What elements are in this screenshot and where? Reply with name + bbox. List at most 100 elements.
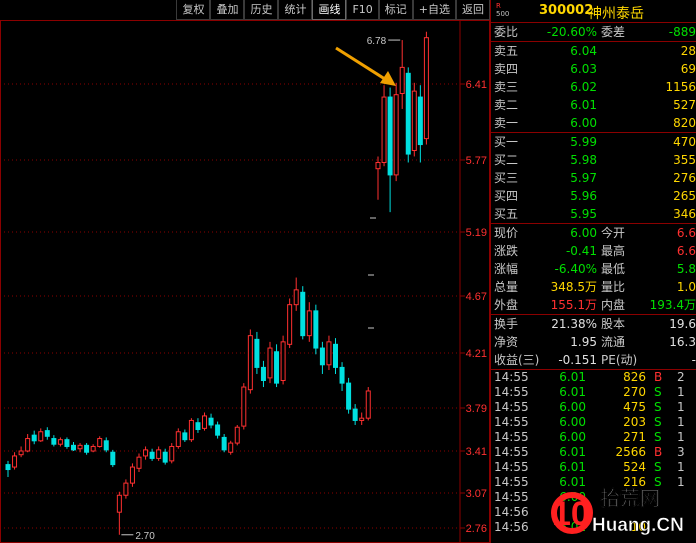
toolbar-button[interactable]: 返回 <box>456 0 490 20</box>
stat-label: 流通 <box>601 335 626 349</box>
tick-volume: 2566 <box>615 445 646 459</box>
stat-value: 6.6 <box>676 226 696 240</box>
arrow-shaft <box>335 46 389 83</box>
ask-label: 卖四 <box>494 62 519 76</box>
tick-count: 1 <box>677 460 685 474</box>
svg-text:10: 10 <box>552 495 590 533</box>
candle-body <box>97 438 103 447</box>
stat-label: 涨幅 <box>494 262 519 276</box>
kline-chart[interactable]: 6.41 5.77 5.19 4.67 4.21 3.79 3.41 3.07 2.76 6.78… <box>0 0 490 543</box>
tick-count: 1 <box>677 415 685 429</box>
weicha-label: 委差 <box>601 25 626 39</box>
candle-body <box>274 351 280 384</box>
candle-body <box>18 450 24 456</box>
svg-text:Huang.CN: Huang.CN <box>592 515 684 536</box>
toolbar-button[interactable]: 标记 <box>378 0 413 20</box>
bid-row[interactable]: 买四 5.96 265 <box>491 187 696 205</box>
weibi-row: 委比 -20.60% 委差 -889 <box>491 23 696 41</box>
candle-body <box>71 444 76 451</box>
bid-price: 5.95 <box>570 207 597 221</box>
candle-body <box>188 419 194 441</box>
candle-body <box>339 366 345 384</box>
tick-row: 14:55 6.00 475 S 1 <box>491 400 696 415</box>
tick-count: 1 <box>677 385 685 399</box>
toolbar-button[interactable]: 历史 <box>244 0 279 20</box>
ask-row[interactable]: 卖四 6.03 69 <box>491 60 696 78</box>
ask-price: 6.04 <box>570 44 597 58</box>
candle-body <box>300 291 306 337</box>
tick-time: 14:55 <box>494 460 529 474</box>
tick-side: S <box>654 430 662 444</box>
fund-stat-row: 收益(三) -0.151 PE(动) - <box>491 351 696 369</box>
tick-price: 6.00 <box>559 400 586 414</box>
tick-side: S <box>654 400 662 414</box>
candle-body <box>110 451 116 466</box>
candle-body <box>195 422 201 431</box>
toolbar-button[interactable]: 画线 <box>312 0 347 20</box>
candle-body <box>399 66 405 94</box>
candle-body <box>313 310 319 349</box>
stat-label: 股本 <box>601 317 626 331</box>
tick-price: 6.01 <box>559 445 586 459</box>
stat-value: 193.4万 <box>649 298 696 312</box>
ask-row[interactable]: 卖一 6.00 820 <box>491 114 696 132</box>
toolbar-button[interactable]: 复权 <box>176 0 211 20</box>
fund-stat-row: 换手 21.38% 股本 19.6 <box>491 315 696 333</box>
stat-value: 6.6 <box>676 244 696 258</box>
toolbar-button[interactable]: 叠加 <box>210 0 245 20</box>
tick-time: 14:55 <box>494 430 529 444</box>
candle-body <box>90 445 96 452</box>
tick-time: 14:55 <box>494 370 529 384</box>
toolbar-button[interactable]: F10 <box>346 0 379 20</box>
tick-price: 6.00 <box>559 430 586 444</box>
toolbar-button[interactable]: 统计 <box>278 0 313 20</box>
candle-body <box>84 444 90 453</box>
candle-body <box>77 444 83 450</box>
y-tick-label: 5.77 <box>466 155 487 167</box>
candle-body <box>417 96 423 146</box>
candle-body <box>182 432 188 441</box>
ask-row[interactable]: 卖二 6.01 527 <box>491 96 696 114</box>
tick-time: 14:56 <box>494 505 529 519</box>
quote-panel: R 500 300002 神州泰岳 委比 -20.60% 委差 -889 卖五 6… <box>491 0 696 543</box>
bid-row[interactable]: 买二 5.98 355 <box>491 151 696 169</box>
ask-row[interactable]: 卖三 6.02 1156 <box>491 78 696 96</box>
bid-volume: 470 <box>673 135 696 149</box>
bid-row[interactable]: 买三 5.97 276 <box>491 169 696 187</box>
price-stat-row: 总量 348.5万 量比 1.0 <box>491 278 696 296</box>
candle-body <box>247 335 253 391</box>
candle-body <box>162 451 168 463</box>
candle-body <box>326 341 332 366</box>
price-stats: 现价 6.00 今开 6.6 涨跌 -0.41 最高 6.6 涨幅 -6.40% 最低 5.8 总量 34… <box>491 224 696 314</box>
stat-value: 1.95 <box>570 335 597 349</box>
candle-body <box>129 466 135 484</box>
price-stat-row: 涨幅 -6.40% 最低 5.8 <box>491 260 696 278</box>
ask-price: 6.03 <box>570 62 597 76</box>
tick-count: 2 <box>677 370 685 384</box>
bid-row[interactable]: 买一 5.99 470 <box>491 133 696 151</box>
ask-label: 卖五 <box>494 44 519 58</box>
stat-value: 155.1万 <box>550 298 597 312</box>
tick-row: 14:55 6.01 524 S 1 <box>491 460 696 475</box>
candle-body <box>116 494 122 513</box>
tick-time: 14:56 <box>494 520 529 534</box>
stat-label: 最低 <box>601 262 626 276</box>
watermark-logo-icon: 10 拾荒网 Huang.CN <box>551 486 684 536</box>
tick-volume: 826 <box>623 370 646 384</box>
kline-chart-area[interactable]: 6.41 5.77 5.19 4.67 4.21 3.79 3.41 3.07 2.76 6.78… <box>0 0 490 543</box>
ask-book: 卖五 6.04 28 卖四 6.03 69 卖三 6.02 1156 卖二 6.01 527 卖一 6.0… <box>491 42 696 132</box>
weibi-label: 委比 <box>494 25 519 39</box>
candle-body <box>293 289 299 306</box>
tick-row: 14:55 6.00 203 S 1 <box>491 415 696 430</box>
candle-body <box>287 304 293 345</box>
stock-name: 神州泰岳 <box>588 6 644 22</box>
bid-volume: 355 <box>673 153 696 167</box>
tick-row: 14:55 6.01 826 B 2 <box>491 370 696 385</box>
bid-row[interactable]: 买五 5.95 346 <box>491 205 696 223</box>
candle-body <box>103 440 109 451</box>
tick-row: 14:55 6.00 271 S 1 <box>491 430 696 445</box>
candle-body <box>221 436 227 451</box>
watermark-logo: 10 拾荒网 Huang.CN <box>542 481 692 539</box>
ask-row[interactable]: 卖五 6.04 28 <box>491 42 696 60</box>
toolbar-button[interactable]: +自选 <box>412 0 456 20</box>
